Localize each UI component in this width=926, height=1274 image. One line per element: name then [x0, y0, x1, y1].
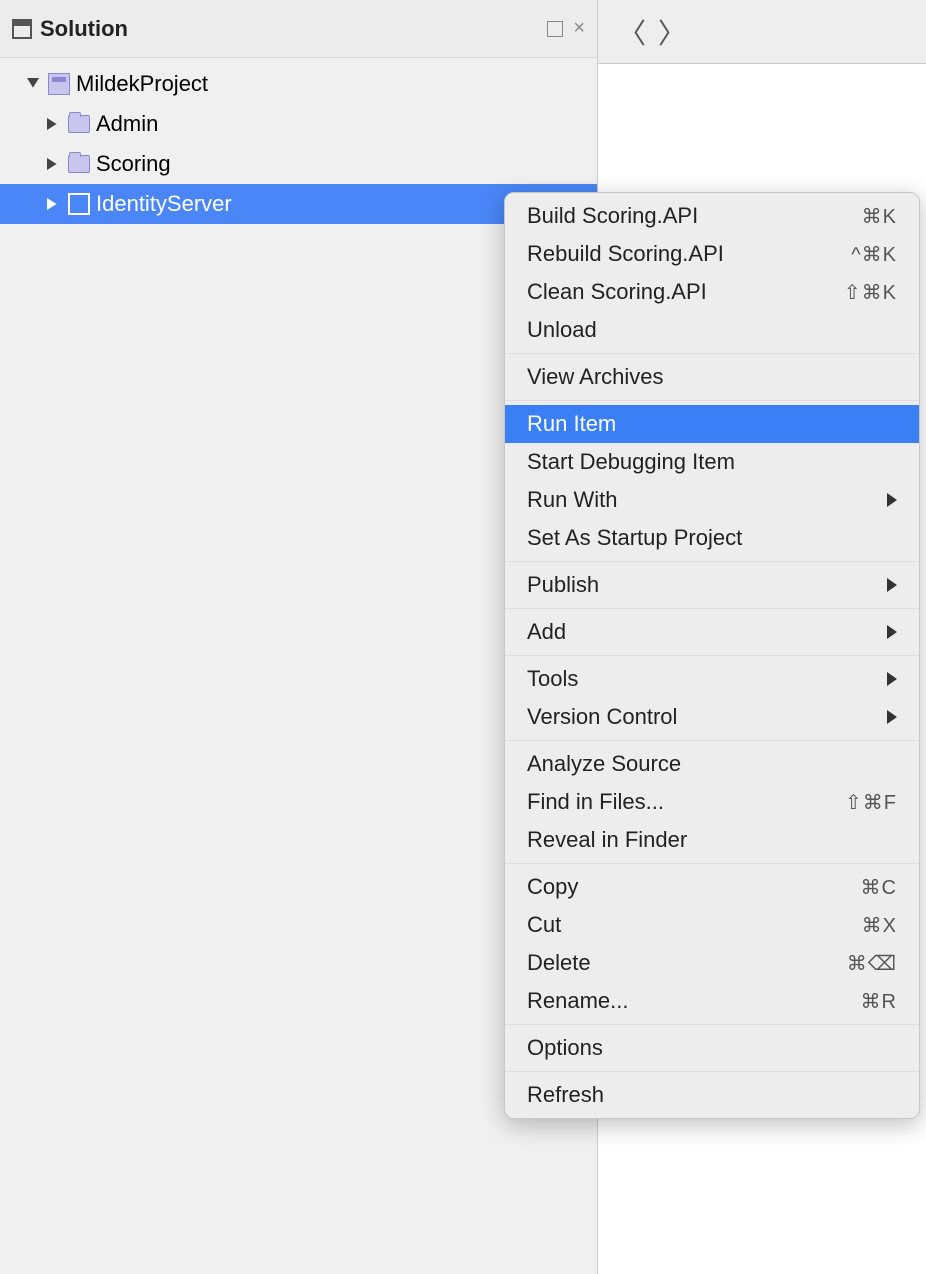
menu-group: Tools Version Control — [505, 656, 919, 741]
menu-item-options[interactable]: Options — [505, 1029, 919, 1067]
chevron-right-icon[interactable] — [44, 155, 62, 173]
menu-item-label: Rename... — [527, 988, 629, 1014]
menu-group: Run Item Start Debugging Item Run With S… — [505, 401, 919, 562]
menu-item-label: Refresh — [527, 1082, 604, 1108]
menu-shortcut: ⌘X — [862, 913, 897, 938]
menu-item-build[interactable]: Build Scoring.API ⌘K — [505, 197, 919, 235]
nav-forward-button[interactable]: 〉 — [658, 12, 686, 52]
panel-title: Solution — [40, 16, 128, 42]
menu-item-label: Analyze Source — [527, 751, 681, 777]
folder-icon — [68, 155, 90, 173]
menu-item-run-item[interactable]: Run Item — [505, 405, 919, 443]
menu-item-refresh[interactable]: Refresh — [505, 1076, 919, 1114]
menu-item-reveal-in-finder[interactable]: Reveal in Finder — [505, 821, 919, 859]
menu-item-version-control[interactable]: Version Control — [505, 698, 919, 736]
chevron-right-icon[interactable] — [44, 115, 62, 133]
chevron-right-icon — [887, 493, 897, 507]
menu-shortcut: ⌘R — [861, 989, 897, 1014]
menu-item-label: Delete — [527, 950, 591, 976]
menu-item-label: Unload — [527, 317, 597, 343]
menu-item-find-in-files[interactable]: Find in Files... ⇧⌘F — [505, 783, 919, 821]
menu-item-delete[interactable]: Delete ⌘⌫ — [505, 944, 919, 982]
menu-group: View Archives — [505, 354, 919, 401]
menu-item-rebuild[interactable]: Rebuild Scoring.API ^⌘K — [505, 235, 919, 273]
tree-item-label: Scoring — [96, 151, 171, 177]
menu-item-label: Cut — [527, 912, 561, 938]
menu-group: Refresh — [505, 1072, 919, 1118]
menu-item-label: Version Control — [527, 704, 677, 730]
menu-group: Options — [505, 1025, 919, 1072]
menu-item-view-archives[interactable]: View Archives — [505, 358, 919, 396]
menu-shortcut: ⌘C — [861, 875, 897, 900]
dock-icon[interactable] — [547, 21, 563, 37]
menu-item-label: Clean Scoring.API — [527, 279, 707, 305]
menu-item-start-debugging[interactable]: Start Debugging Item — [505, 443, 919, 481]
tree-item-scoring[interactable]: Scoring — [0, 144, 597, 184]
menu-item-label: Run Item — [527, 411, 616, 437]
panel-header: Solution × — [0, 0, 597, 58]
project-icon — [68, 193, 90, 215]
menu-item-publish[interactable]: Publish — [505, 566, 919, 604]
menu-group: Build Scoring.API ⌘K Rebuild Scoring.API… — [505, 193, 919, 354]
menu-item-label: Add — [527, 619, 566, 645]
menu-group: Analyze Source Find in Files... ⇧⌘F Reve… — [505, 741, 919, 864]
close-icon[interactable]: × — [573, 17, 585, 40]
menu-item-label: Options — [527, 1035, 603, 1061]
nav-back-button[interactable]: 〈 — [618, 12, 646, 52]
menu-item-run-with[interactable]: Run With — [505, 481, 919, 519]
menu-shortcut: ⇧⌘F — [845, 790, 897, 815]
menu-shortcut: ^⌘K — [851, 242, 897, 267]
solution-icon — [48, 73, 70, 95]
tree-root-label: MildekProject — [76, 71, 208, 97]
menu-item-add[interactable]: Add — [505, 613, 919, 651]
menu-item-label: Run With — [527, 487, 617, 513]
context-menu: Build Scoring.API ⌘K Rebuild Scoring.API… — [504, 192, 920, 1119]
menu-item-cut[interactable]: Cut ⌘X — [505, 906, 919, 944]
tree-item-label: IdentityServer — [96, 191, 232, 217]
menu-item-label: Build Scoring.API — [527, 203, 698, 229]
menu-item-label: Publish — [527, 572, 599, 598]
editor-toolbar: 〈 〉 — [598, 0, 926, 64]
tree-item-label: Admin — [96, 111, 158, 137]
chevron-right-icon — [887, 710, 897, 724]
chevron-right-icon — [887, 625, 897, 639]
menu-item-analyze-source[interactable]: Analyze Source — [505, 745, 919, 783]
menu-item-copy[interactable]: Copy ⌘C — [505, 868, 919, 906]
menu-item-label: Find in Files... — [527, 789, 664, 815]
chevron-right-icon — [887, 672, 897, 686]
menu-item-unload[interactable]: Unload — [505, 311, 919, 349]
menu-item-tools[interactable]: Tools — [505, 660, 919, 698]
menu-group: Add — [505, 609, 919, 656]
tree-item-admin[interactable]: Admin — [0, 104, 597, 144]
folder-icon — [68, 115, 90, 133]
menu-item-clean[interactable]: Clean Scoring.API ⇧⌘K — [505, 273, 919, 311]
menu-item-set-startup[interactable]: Set As Startup Project — [505, 519, 919, 557]
menu-shortcut: ⌘K — [862, 204, 897, 229]
menu-group: Publish — [505, 562, 919, 609]
menu-item-label: Set As Startup Project — [527, 525, 742, 551]
menu-shortcut: ⇧⌘K — [844, 280, 897, 305]
menu-item-rename[interactable]: Rename... ⌘R — [505, 982, 919, 1020]
menu-item-label: View Archives — [527, 364, 664, 390]
menu-group: Copy ⌘C Cut ⌘X Delete ⌘⌫ Rename... ⌘R — [505, 864, 919, 1025]
chevron-right-icon — [887, 578, 897, 592]
menu-item-label: Reveal in Finder — [527, 827, 687, 853]
chevron-down-icon[interactable] — [24, 75, 42, 93]
menu-shortcut: ⌘⌫ — [847, 951, 897, 976]
menu-item-label: Copy — [527, 874, 578, 900]
menu-item-label: Tools — [527, 666, 578, 692]
menu-item-label: Start Debugging Item — [527, 449, 735, 475]
menu-item-label: Rebuild Scoring.API — [527, 241, 724, 267]
chevron-right-icon[interactable] — [44, 195, 62, 213]
panel-icon — [12, 19, 32, 39]
tree-root-item[interactable]: MildekProject — [0, 64, 597, 104]
